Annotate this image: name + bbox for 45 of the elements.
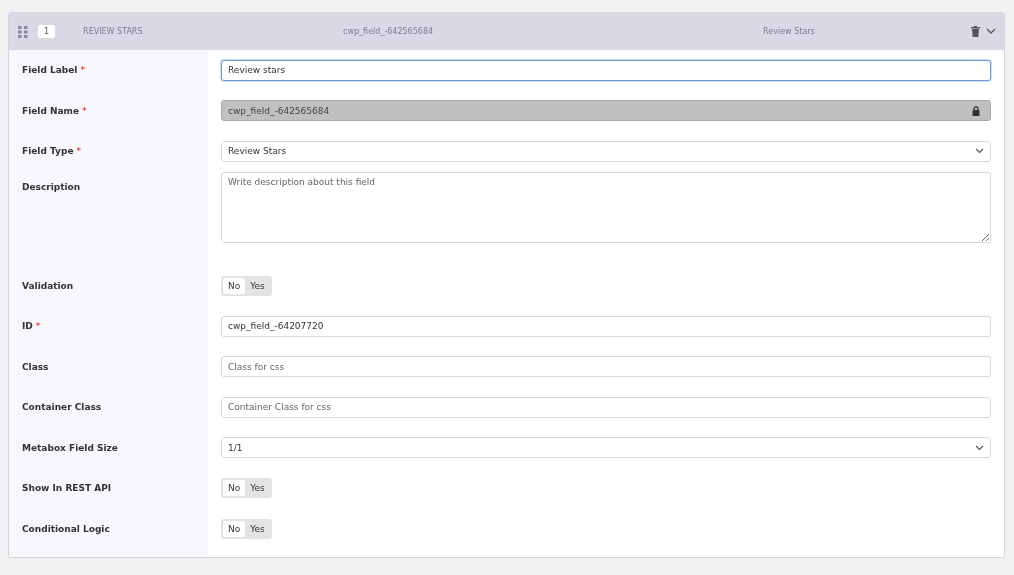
required-mark: * <box>82 105 87 116</box>
chevron-down-icon <box>975 444 984 451</box>
required-mark: * <box>76 146 81 157</box>
select-value: Review Stars <box>228 146 287 157</box>
text-field[interactable]: cwp_field_-64207720 <box>221 315 991 337</box>
field-label: Field Type <box>21 146 74 157</box>
chevron-down-icon[interactable] <box>986 28 996 35</box>
select-field[interactable]: Review Stars <box>221 140 991 162</box>
toggle-option[interactable]: No <box>223 277 246 294</box>
field-label: ID <box>21 321 33 332</box>
drag-handle-icon[interactable] <box>18 25 28 38</box>
field-label: Metabox Field Size <box>21 442 118 453</box>
chevron-down-icon <box>975 148 984 155</box>
toggle-switch[interactable]: No Yes <box>221 275 272 296</box>
field-label: Conditional Logic <box>21 523 110 534</box>
trash-icon[interactable] <box>971 26 980 37</box>
toggle-option[interactable]: No <box>223 480 246 497</box>
required-mark: * <box>80 65 85 76</box>
field-value: cwp_field_-642565684 <box>228 105 330 116</box>
order-number: 1 <box>38 25 56 38</box>
field-label: Field Label <box>21 65 78 76</box>
toggle-switch[interactable]: No Yes <box>221 478 272 499</box>
toggle-switch[interactable]: No Yes <box>221 518 272 539</box>
field-label: Field Name <box>21 105 80 116</box>
locked-field[interactable]: cwp_field_-642565684 <box>221 100 991 122</box>
field-type-text: Review Stars <box>763 27 816 36</box>
required-mark: * <box>35 321 41 332</box>
field-label: Description <box>21 180 81 192</box>
select-value: 1/1 <box>228 442 243 453</box>
field-label: Class <box>21 361 49 372</box>
field-label: Validation <box>21 280 74 291</box>
lock-icon <box>972 105 980 116</box>
description-field[interactable]: Write description about this field <box>221 171 991 243</box>
field-name-text: cwp_field_-642565684 <box>343 27 435 36</box>
field-label: Show In REST API <box>21 483 112 494</box>
select-field[interactable]: 1/1 <box>221 437 991 459</box>
text-field[interactable]: Container Class for css <box>221 396 991 418</box>
toggle-option[interactable]: Yes <box>245 277 270 294</box>
text-field[interactable]: Review stars <box>221 59 991 81</box>
toggle-option[interactable]: No <box>223 520 246 537</box>
field-title: REVIEW STARS <box>83 27 144 36</box>
toggle-option[interactable]: Yes <box>245 480 270 497</box>
text-field[interactable]: Class for css <box>221 356 991 378</box>
field-label: Container Class <box>21 402 102 413</box>
toggle-option[interactable]: Yes <box>245 520 270 537</box>
